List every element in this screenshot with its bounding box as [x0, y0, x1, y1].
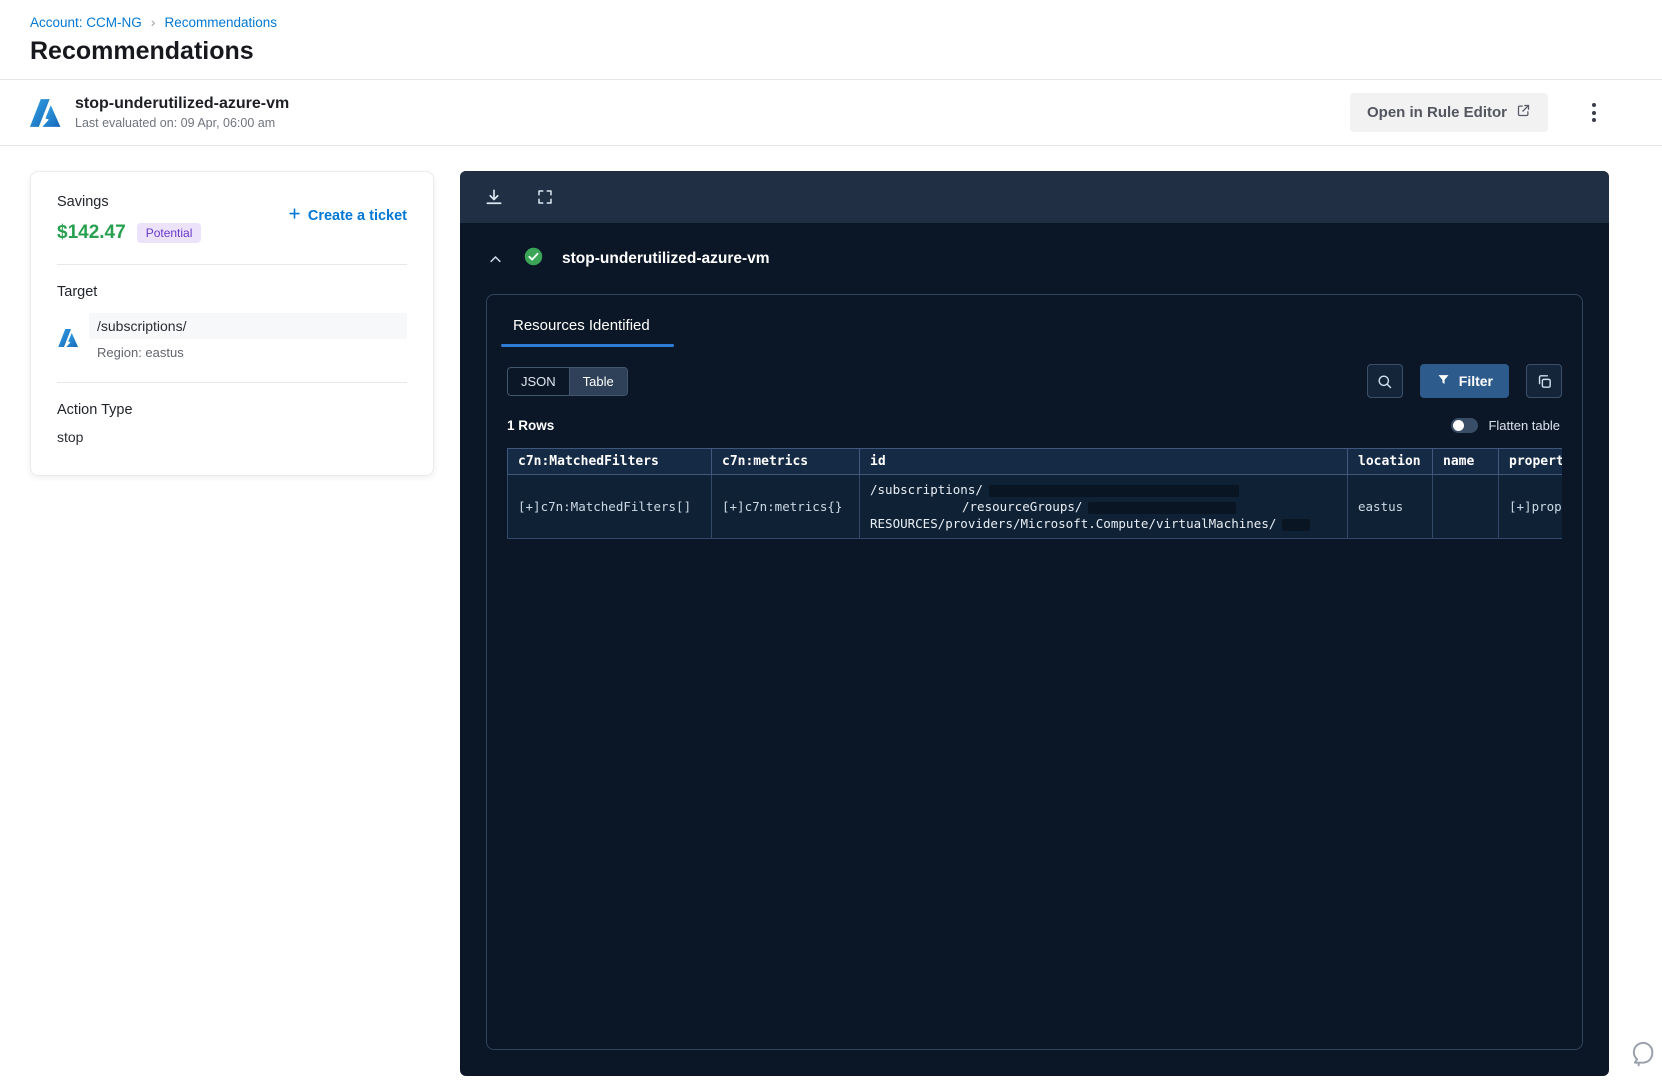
rows-count: 1 Rows	[507, 418, 555, 433]
create-ticket-label: Create a ticket	[307, 207, 407, 224]
main-content: Savings $142.47 Potential Create a ticke…	[0, 146, 1662, 1076]
target-row: /subscriptions/ Region: eastus	[57, 313, 407, 362]
tabs-row: Resources Identified	[501, 313, 1562, 347]
cell-resource-id: /subscriptions/ /resourceGroups/ RESOURC…	[859, 474, 1348, 539]
resources-identified-panel: Resources Identified JSON Table Filter 1…	[486, 294, 1583, 1050]
download-icon[interactable]	[482, 185, 506, 209]
resources-table-container: c7n:MatchedFilters c7n:metrics id locati…	[507, 448, 1562, 539]
redacted-resource-group	[1088, 501, 1237, 514]
filter-icon	[1436, 372, 1451, 390]
cell-properties-expander[interactable]: [+]properties{}	[1498, 474, 1562, 539]
column-header-location: location	[1347, 448, 1433, 475]
tab-resources-identified[interactable]: Resources Identified	[501, 313, 674, 347]
filter-button[interactable]: Filter	[1419, 364, 1509, 398]
azure-logo-icon	[57, 327, 79, 349]
view-mode-segmented-control: JSON Table	[507, 366, 628, 396]
column-header-matched-filters: c7n:MatchedFilters	[507, 448, 712, 475]
action-type-label: Action Type	[57, 402, 133, 418]
table-meta-row: 1 Rows Flatten table	[507, 418, 1562, 433]
create-ticket-button[interactable]: Create a ticket	[287, 206, 407, 225]
cell-matched-filters-expander[interactable]: [+]c7n:MatchedFilters[]	[507, 474, 712, 539]
search-icon[interactable]	[1366, 364, 1403, 398]
open-in-rule-editor-label: Open in Rule Editor	[1366, 104, 1507, 121]
column-header-properties: properties	[1498, 448, 1562, 475]
page-title: Recommendations	[30, 37, 254, 65]
plus-icon	[287, 206, 302, 225]
chevron-up-icon[interactable]	[486, 250, 505, 269]
target-region: Region: eastus	[97, 345, 184, 360]
flatten-table-toggle[interactable]	[1451, 418, 1479, 433]
resources-panel: stop-underutilized-azure-vm Resources Id…	[460, 171, 1609, 1076]
rule-name: stop-underutilized-azure-vm	[75, 95, 290, 112]
column-header-id: id	[859, 448, 1348, 475]
rule-section-header: stop-underutilized-azure-vm	[460, 223, 1609, 290]
view-table-button[interactable]: Table	[569, 367, 627, 395]
panel-rule-title: stop-underutilized-azure-vm	[562, 250, 770, 267]
resources-table: c7n:MatchedFilters c7n:metrics id locati…	[507, 448, 1562, 539]
more-options-kebab-icon[interactable]	[1581, 98, 1607, 128]
view-json-button[interactable]: JSON	[508, 367, 570, 395]
breadcrumb: Account: CCM-NG › Recommendations	[0, 0, 1662, 30]
fullscreen-icon[interactable]	[534, 186, 556, 208]
success-check-icon	[523, 246, 544, 272]
savings-card: Savings $142.47 Potential Create a ticke…	[30, 171, 434, 476]
cell-location: eastus	[1347, 474, 1433, 539]
table-header-row: c7n:MatchedFilters c7n:metrics id locati…	[507, 448, 1562, 475]
action-type-value: stop	[57, 429, 84, 445]
rule-header: stop-underutilized-azure-vm Last evaluat…	[0, 80, 1662, 145]
savings-amount: $142.47	[57, 222, 126, 243]
table-row: [+]c7n:MatchedFilters[] [+]c7n:metrics{}…	[507, 474, 1562, 539]
column-header-metrics: c7n:metrics	[711, 448, 860, 475]
cell-metrics-expander[interactable]: [+]c7n:metrics{}	[711, 474, 860, 539]
cell-name	[1432, 474, 1499, 539]
redacted-vm-name	[1282, 518, 1311, 531]
chat-bubble-icon[interactable]	[1630, 1041, 1656, 1070]
savings-label: Savings	[57, 194, 109, 210]
target-label: Target	[57, 284, 98, 300]
column-header-name: name	[1432, 448, 1499, 475]
breadcrumb-account-link[interactable]: Account: CCM-NG	[30, 15, 142, 30]
open-in-rule-editor-button[interactable]: Open in Rule Editor	[1349, 93, 1548, 132]
panel-toolbar	[460, 171, 1609, 223]
azure-logo-icon	[28, 96, 62, 130]
redacted-subscription-id	[988, 484, 1239, 497]
target-path: /subscriptions/	[89, 313, 407, 339]
breadcrumb-recommendations-link[interactable]: Recommendations	[164, 15, 277, 30]
card-divider	[57, 382, 407, 383]
card-divider	[57, 264, 407, 265]
breadcrumb-separator-icon: ›	[150, 14, 156, 30]
potential-badge: Potential	[136, 223, 202, 243]
rule-title-block: stop-underutilized-azure-vm Last evaluat…	[75, 95, 289, 130]
filter-button-label: Filter	[1458, 373, 1493, 389]
flatten-table-label: Flatten table	[1488, 418, 1560, 433]
copy-icon[interactable]	[1526, 364, 1562, 398]
rule-last-evaluated: Last evaluated on: 09 Apr, 06:00 am	[75, 116, 276, 130]
table-controls: JSON Table Filter	[507, 364, 1562, 398]
external-link-icon	[1516, 103, 1531, 122]
